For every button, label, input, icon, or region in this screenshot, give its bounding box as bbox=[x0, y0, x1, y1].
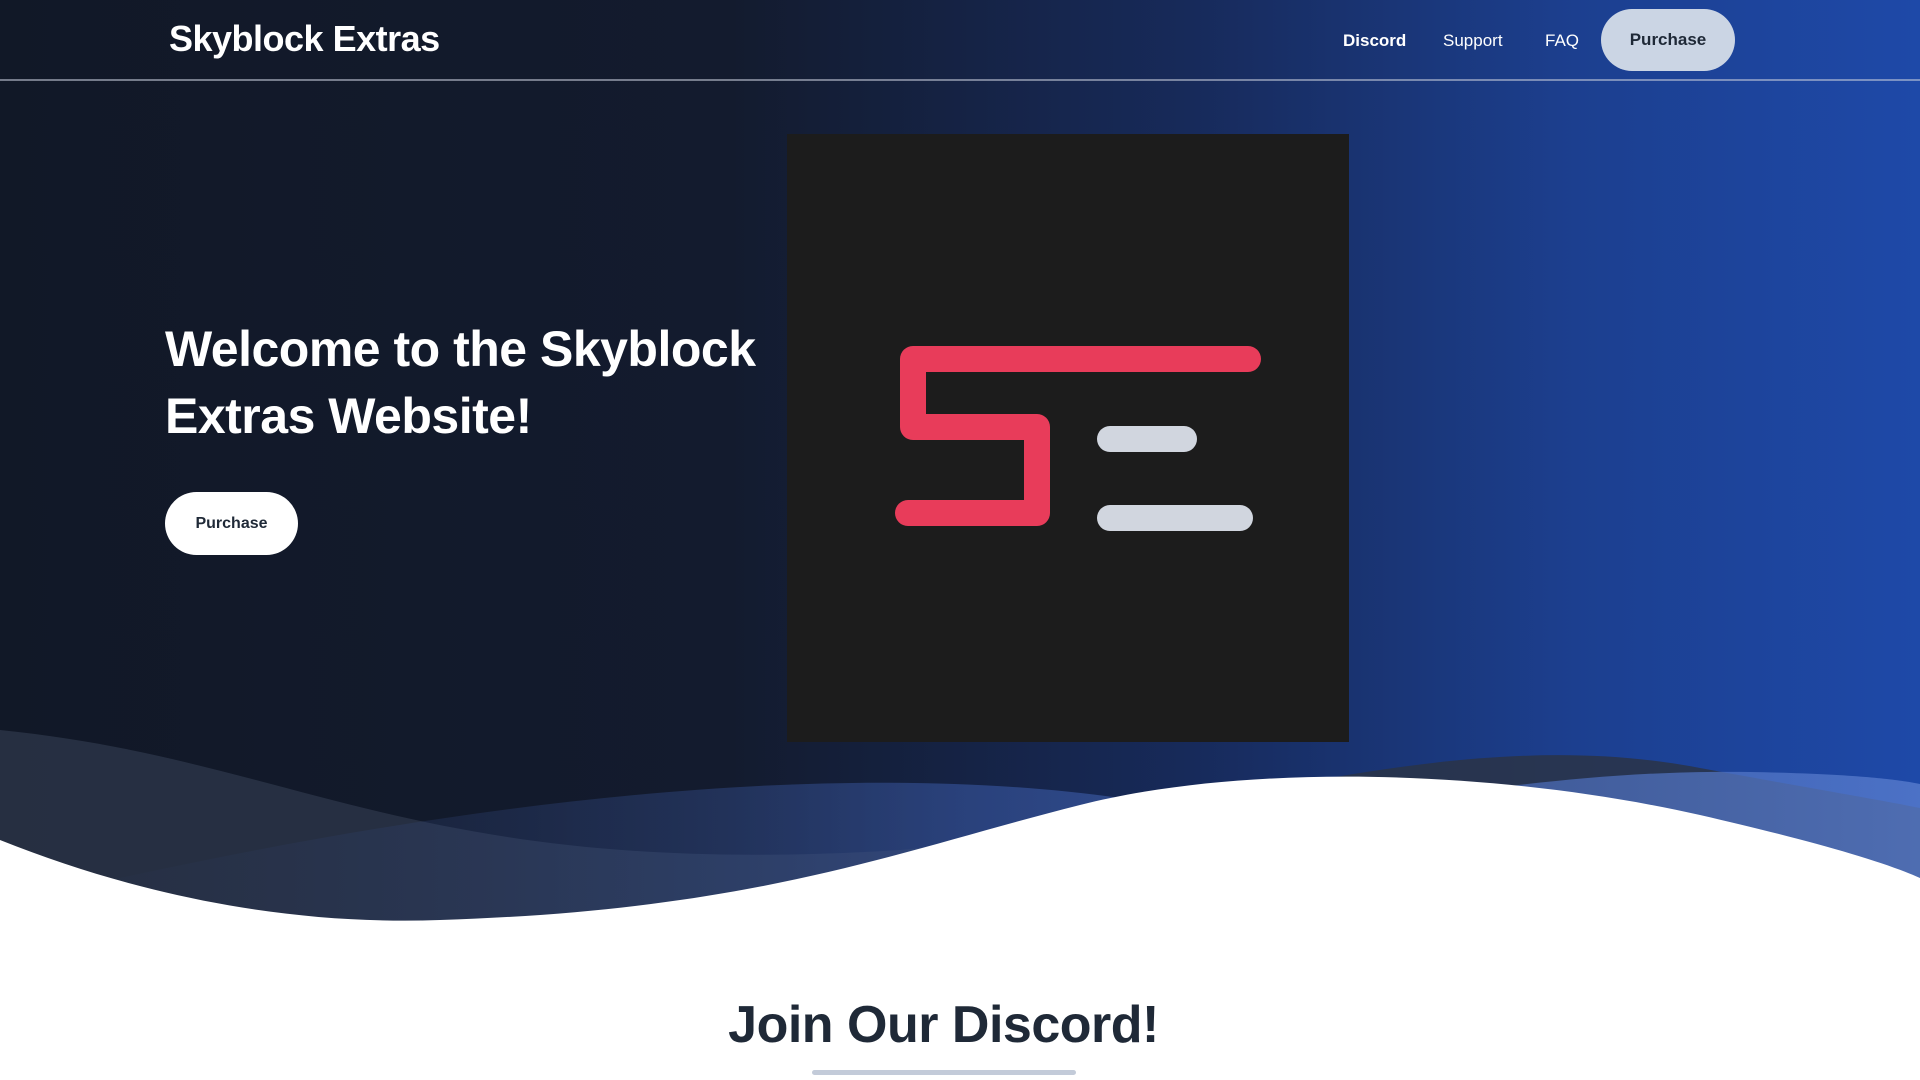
nav-purchase-button[interactable]: Purchase bbox=[1601, 9, 1735, 71]
hero-waves bbox=[0, 730, 1920, 940]
discord-section-title: Join Our Discord! bbox=[728, 996, 1159, 1054]
logo-s-stroke bbox=[895, 346, 1261, 526]
logo-bar-long bbox=[1097, 505, 1253, 531]
nav-link-support[interactable]: Support bbox=[1443, 31, 1503, 51]
brand-logo-text[interactable]: Skyblock Extras bbox=[169, 18, 440, 60]
se-logo-icon bbox=[895, 346, 1261, 531]
logo-bar-short bbox=[1097, 426, 1197, 452]
discord-section: Join Our Discord! bbox=[0, 940, 1920, 1080]
nav-link-faq[interactable]: FAQ bbox=[1545, 31, 1579, 51]
hero-purchase-button[interactable]: Purchase bbox=[165, 492, 298, 555]
nav-link-discord[interactable]: Discord bbox=[1343, 31, 1406, 51]
hero-title: Welcome to the Skyblock Extras Website! bbox=[165, 321, 756, 444]
navbar: Skyblock Extras Discord Support FAQ Purc… bbox=[0, 0, 1920, 81]
page: Skyblock Extras Discord Support FAQ Purc… bbox=[0, 0, 1920, 1080]
se-logo-image bbox=[787, 134, 1349, 742]
hero-section: Skyblock Extras Discord Support FAQ Purc… bbox=[0, 0, 1920, 940]
title-underline bbox=[812, 1070, 1076, 1075]
